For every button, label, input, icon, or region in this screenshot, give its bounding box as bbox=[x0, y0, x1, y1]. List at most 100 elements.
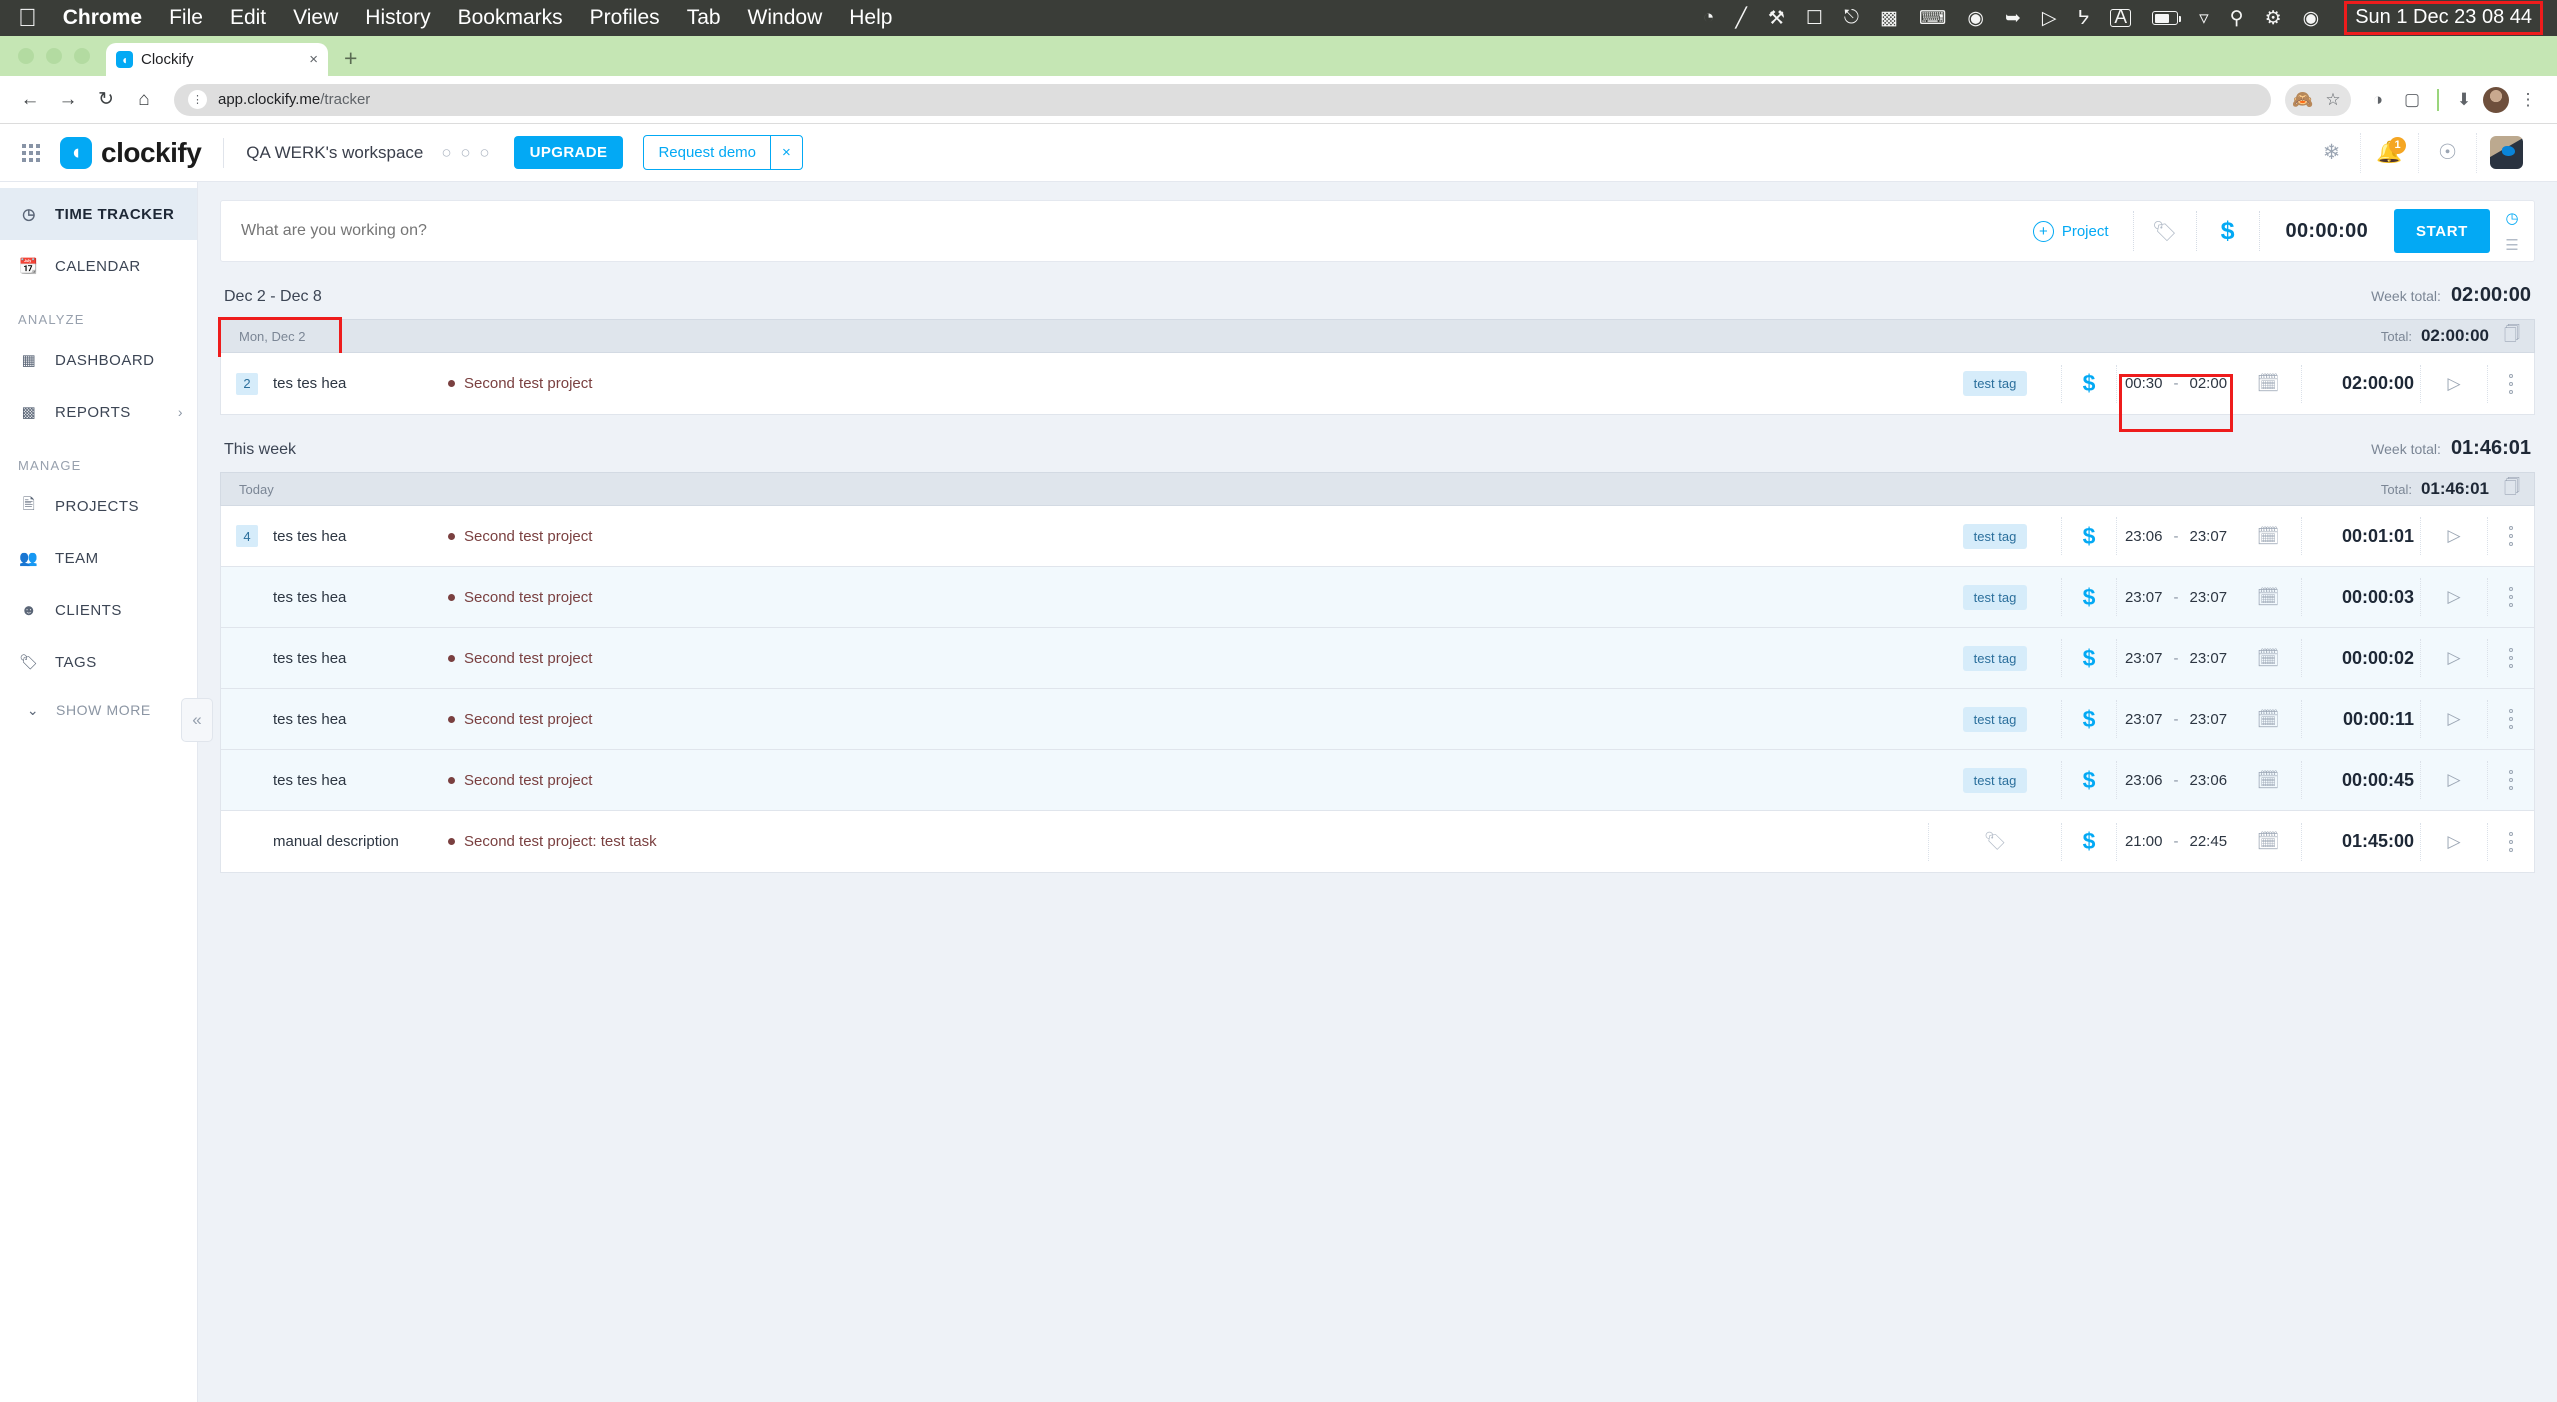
billable-icon[interactable]: $ bbox=[2062, 584, 2116, 611]
bulk-edit-icon[interactable]: 🗍 bbox=[2504, 476, 2520, 503]
siri-icon[interactable]: ◉ bbox=[2303, 7, 2320, 30]
entry-end-time[interactable]: 02:00 bbox=[2190, 375, 2228, 392]
menu-file[interactable]: File bbox=[169, 6, 203, 30]
entry-end-time[interactable]: 22:45 bbox=[2190, 833, 2228, 850]
entry-project[interactable]: Second test project: test task bbox=[448, 833, 657, 850]
sidebar-item-projects[interactable]: 🖹 PROJECTS bbox=[0, 480, 197, 532]
entry-tag-cell[interactable]: test tag bbox=[1929, 523, 2061, 549]
workspace-name[interactable]: QA WERK's workspace bbox=[246, 143, 423, 163]
billable-icon[interactable]: $ bbox=[2062, 706, 2116, 733]
entry-more-menu-icon[interactable] bbox=[2488, 373, 2534, 394]
entry-description[interactable]: tes tes hea bbox=[273, 650, 448, 667]
request-demo-button[interactable]: Request demo bbox=[644, 136, 770, 169]
billable-icon[interactable]: $ bbox=[2062, 645, 2116, 672]
input-source-a-icon[interactable]: A bbox=[2110, 8, 2132, 27]
pencil-icon[interactable]: ╱ bbox=[1735, 7, 1746, 30]
entry-time-range[interactable]: 23:07 - 23:07 bbox=[2117, 711, 2235, 728]
timer-duration[interactable]: 00:00:00 bbox=[2260, 220, 2394, 243]
entry-time-range[interactable]: 23:06 - 23:07 bbox=[2117, 528, 2235, 545]
entry-description[interactable]: tes tes hea bbox=[273, 528, 448, 545]
table-row[interactable]: tes tes hea Second test project test tag… bbox=[221, 567, 2534, 628]
calendar-icon[interactable]: 🗓 bbox=[2235, 526, 2301, 547]
entry-end-time[interactable]: 23:07 bbox=[2190, 711, 2228, 728]
menu-view[interactable]: View bbox=[293, 6, 338, 30]
apple-icon[interactable]:  bbox=[18, 5, 37, 31]
entry-tag-cell[interactable]: test tag bbox=[1929, 767, 2061, 793]
close-icon[interactable]: × bbox=[770, 136, 802, 169]
calendar-icon[interactable]: 🗓 bbox=[2235, 587, 2301, 608]
menu-chrome[interactable]: Chrome bbox=[63, 6, 142, 30]
timer-mode-icon[interactable]: ◷ bbox=[2505, 209, 2518, 227]
entry-more-menu-icon[interactable] bbox=[2488, 709, 2534, 729]
entry-start-time[interactable]: 23:07 bbox=[2125, 650, 2163, 667]
new-tab-button[interactable]: + bbox=[344, 45, 357, 72]
close-icon[interactable]: × bbox=[309, 51, 318, 68]
entry-start-time[interactable]: 23:07 bbox=[2125, 711, 2163, 728]
table-row[interactable]: 4 tes tes hea Second test project test t… bbox=[221, 506, 2534, 567]
table-row[interactable]: tes tes hea Second test project test tag… bbox=[221, 689, 2534, 750]
screen-record-icon[interactable]: ◔ bbox=[1703, 7, 1714, 29]
keyboard-icon[interactable]: ⌨ bbox=[1919, 7, 1946, 30]
entry-description[interactable]: tes tes hea bbox=[273, 711, 448, 728]
apps-grid-icon[interactable] bbox=[12, 143, 50, 162]
entry-time-range[interactable]: 21:00 - 22:45 bbox=[2117, 833, 2235, 850]
entry-duration[interactable]: 00:00:45 bbox=[2302, 770, 2420, 791]
headphones-icon[interactable]: ⎋ bbox=[1844, 7, 1859, 29]
profile-avatar[interactable] bbox=[2483, 86, 2509, 113]
entry-description[interactable]: tes tes hea bbox=[273, 375, 448, 392]
menu-bookmarks[interactable]: Bookmarks bbox=[458, 6, 563, 30]
entry-start-time[interactable]: 00:30 bbox=[2125, 375, 2163, 392]
tag-icon[interactable]: 🏷 bbox=[1984, 831, 2007, 852]
reload-icon[interactable]: ↻ bbox=[90, 84, 122, 116]
extensions-puzzle-icon[interactable]: ▢ bbox=[2397, 85, 2427, 115]
table-row[interactable]: tes tes hea Second test project test tag… bbox=[221, 750, 2534, 811]
forward-icon[interactable]: → bbox=[52, 84, 84, 116]
downloads-icon[interactable]: ⬇ bbox=[2449, 85, 2479, 115]
play-circle-icon[interactable]: ▷ bbox=[2042, 7, 2057, 30]
clockify-logo[interactable]: ◖ clockify bbox=[60, 136, 223, 169]
entry-group-count[interactable]: 2 bbox=[221, 372, 273, 395]
table-row[interactable]: manual description Second test project: … bbox=[221, 811, 2534, 872]
entry-more-menu-icon[interactable] bbox=[2488, 831, 2534, 852]
entry-project[interactable]: Second test project bbox=[448, 772, 592, 789]
notifications-bell-icon[interactable]: 🔔 1 bbox=[2361, 132, 2419, 173]
menu-window[interactable]: Window bbox=[748, 6, 823, 30]
clockify-extension-icon[interactable]: ◑ bbox=[2363, 85, 2393, 115]
sidebar-collapse-button[interactable]: « bbox=[181, 698, 213, 742]
menu-profiles[interactable]: Profiles bbox=[590, 6, 660, 30]
shield-icon[interactable]: ➥ bbox=[2005, 7, 2021, 30]
sidebar-item-dashboard[interactable]: ▦ DASHBOARD bbox=[0, 334, 197, 386]
entry-group-count[interactable]: 4 bbox=[221, 525, 273, 547]
play-icon[interactable]: ▷ bbox=[2421, 709, 2487, 729]
entry-end-time[interactable]: 23:07 bbox=[2190, 589, 2228, 606]
entry-more-menu-icon[interactable] bbox=[2488, 526, 2534, 546]
entry-project[interactable]: Second test project bbox=[448, 650, 592, 667]
upgrade-button[interactable]: UPGRADE bbox=[513, 136, 624, 169]
sidebar-item-time-tracker[interactable]: ◷ TIME TRACKER bbox=[0, 188, 197, 240]
contacts-sync-icon[interactable]: ⚒ bbox=[1768, 7, 1785, 30]
play-icon[interactable]: ▷ bbox=[2421, 770, 2487, 790]
wifi-icon[interactable]: ▿ bbox=[2199, 7, 2209, 30]
entry-duration[interactable]: 00:00:03 bbox=[2302, 587, 2420, 608]
entry-start-time[interactable]: 23:06 bbox=[2125, 528, 2163, 545]
entry-project[interactable]: Second test project bbox=[448, 375, 592, 392]
entry-tag-cell[interactable]: test tag bbox=[1929, 645, 2061, 671]
entry-duration[interactable]: 00:01:01 bbox=[2302, 526, 2420, 547]
entry-project[interactable]: Second test project bbox=[448, 589, 592, 606]
manual-mode-icon[interactable]: ☰ bbox=[2505, 236, 2518, 254]
entry-description[interactable]: manual description bbox=[273, 833, 448, 850]
calendar-icon[interactable]: 🗓 bbox=[2235, 709, 2301, 730]
browser-tab[interactable]: ◖ Clockify × bbox=[106, 43, 328, 76]
start-button[interactable]: START bbox=[2394, 209, 2490, 253]
bulk-edit-icon[interactable]: 🗍 bbox=[2504, 323, 2520, 350]
timer-project-button[interactable]: + Project bbox=[2009, 220, 2133, 242]
chevron-right-icon[interactable]: › bbox=[178, 404, 183, 420]
entry-end-time[interactable]: 23:06 bbox=[2190, 772, 2228, 789]
outlook-icon[interactable]: ☐ bbox=[1806, 7, 1823, 30]
calendar-icon[interactable]: 🗓 bbox=[2235, 770, 2301, 791]
sidebar-item-reports[interactable]: ▩ REPORTS › bbox=[0, 386, 197, 438]
entry-duration[interactable]: 00:00:11 bbox=[2302, 709, 2420, 730]
entry-description[interactable]: tes tes hea bbox=[273, 589, 448, 606]
spotlight-search-icon[interactable]: ⚲ bbox=[2230, 7, 2244, 30]
timer-description-input[interactable] bbox=[241, 222, 2009, 240]
